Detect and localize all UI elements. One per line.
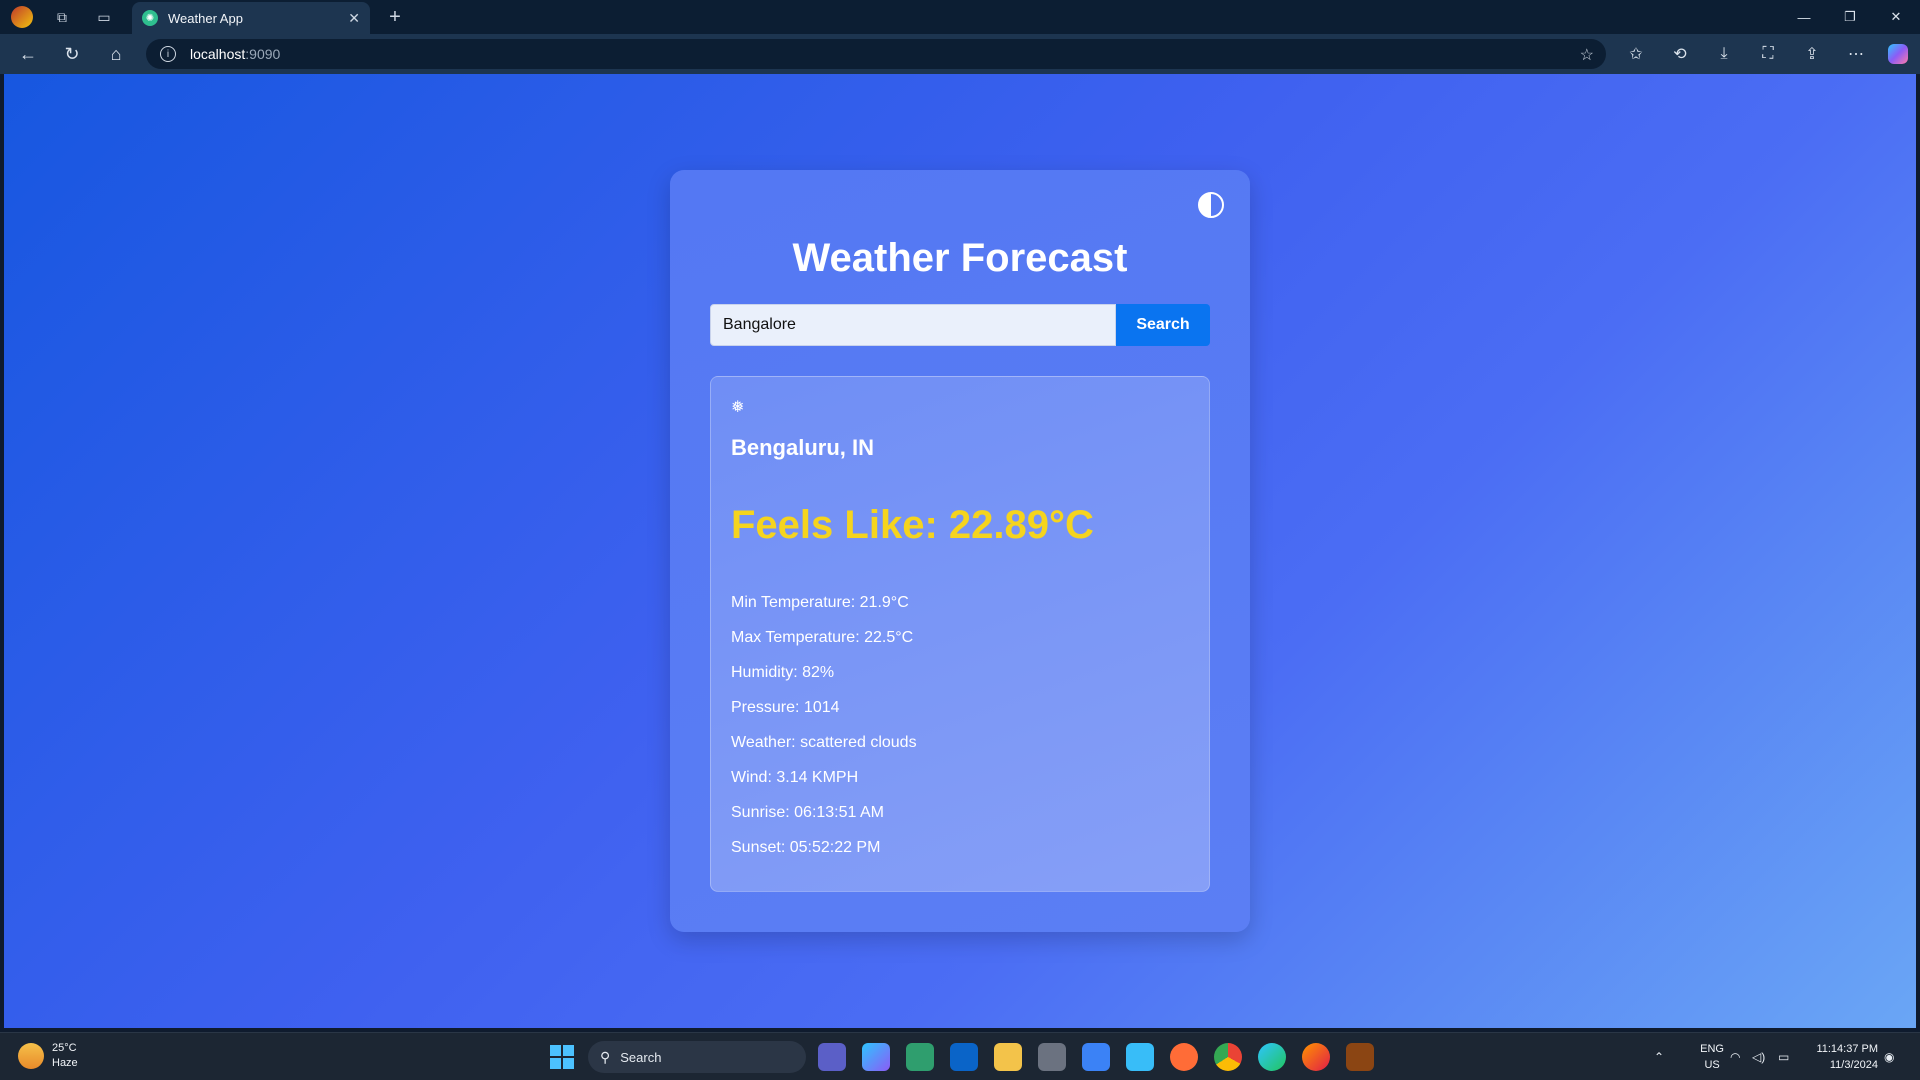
stat-humidity: Humidity: 82% xyxy=(731,664,835,681)
stat-max-temperature: Max Temperature: 22.5°C xyxy=(731,629,914,646)
home-button[interactable]: ⌂ xyxy=(94,34,138,74)
stat-wind: Wind: 3.14 KMPH xyxy=(731,769,859,786)
page-background: Weather Forecast Search ❅ Bengaluru, IN … xyxy=(4,74,1916,1028)
restore-button[interactable]: ❐ xyxy=(1828,0,1872,34)
system-clock[interactable]: 11:14:37 PM 11/3/2024 xyxy=(1816,1041,1878,1073)
wifi-icon[interactable]: ◠ xyxy=(1730,1033,1740,1080)
address-bar[interactable]: i localhost :9090 ☆ xyxy=(146,39,1606,69)
firefox-icon[interactable] xyxy=(1302,1043,1330,1071)
page-title: Weather Forecast xyxy=(792,236,1128,280)
favorites-icon[interactable]: ✩ xyxy=(1614,34,1658,74)
teams-icon[interactable] xyxy=(818,1043,846,1071)
haze-weather-icon xyxy=(18,1043,44,1069)
edge-icon[interactable] xyxy=(1258,1043,1286,1071)
taskbar-search-label: Search xyxy=(620,1049,662,1065)
search-icon: ⚲ xyxy=(600,1048,611,1065)
chrome-icon[interactable] xyxy=(1214,1043,1242,1071)
more-menu-icon[interactable]: ⋯ xyxy=(1834,34,1878,74)
copilot-icon[interactable] xyxy=(1876,34,1920,74)
file-explorer-icon[interactable] xyxy=(994,1043,1022,1071)
url-port: :9090 xyxy=(245,46,281,62)
search-button[interactable]: Search xyxy=(1116,304,1210,346)
widget-temperature: 25°C xyxy=(52,1042,77,1054)
screenshot-icon[interactable]: ⛶ xyxy=(1746,34,1790,74)
feels-like-temperature: Feels Like: 22.89°C xyxy=(731,503,1094,547)
new-tab-button[interactable]: + xyxy=(380,2,410,32)
downloads-icon[interactable]: ⤓ xyxy=(1702,34,1746,74)
widgets-app-icon[interactable] xyxy=(906,1043,934,1071)
stat-weather: Weather: scattered clouds xyxy=(731,734,917,751)
clock-time: 11:14:37 PM xyxy=(1816,1043,1878,1055)
outlook-icon[interactable] xyxy=(950,1043,978,1071)
tab-weather-app[interactable]: ✺ Weather App ✕ xyxy=(132,2,370,34)
tray-overflow-icon[interactable]: ⌃ xyxy=(1654,1033,1664,1080)
language-indicator[interactable]: ENG US xyxy=(1700,1041,1724,1073)
taskbar: 25°C Haze ⚲ Search ⌃ ENG US ◠ ◁) ▭ 11:14… xyxy=(0,1032,1920,1080)
tab-favicon-icon: ✺ xyxy=(142,10,158,26)
unity-icon[interactable] xyxy=(1038,1043,1066,1071)
tab-title: Weather App xyxy=(168,10,243,26)
stat-sunset: Sunset: 05:52:22 PM xyxy=(731,839,881,856)
share-icon[interactable]: ⇪ xyxy=(1790,34,1834,74)
refresh-button[interactable]: ↻ xyxy=(50,34,94,74)
minimize-button[interactable]: — xyxy=(1782,0,1826,34)
widget-condition: Haze xyxy=(52,1057,78,1069)
weather-card: Weather Forecast Search ❅ Bengaluru, IN … xyxy=(670,170,1250,932)
history-icon[interactable]: ⟲ xyxy=(1658,34,1702,74)
weather-result-panel: ❅ Bengaluru, IN Feels Like: 22.89°C Min … xyxy=(710,376,1210,892)
favorite-star-icon[interactable]: ☆ xyxy=(1580,45,1594,65)
stat-sunrise: Sunrise: 06:13:51 AM xyxy=(731,804,884,821)
notifications-icon[interactable]: ◉ xyxy=(1884,1033,1894,1080)
weather-snowflake-icon: ❅ xyxy=(731,399,745,416)
workspaces-icon[interactable]: ⧉ xyxy=(40,0,84,34)
city-search-input[interactable] xyxy=(710,304,1116,346)
region-code: US xyxy=(1704,1059,1720,1071)
tab-close-icon[interactable]: ✕ xyxy=(348,10,360,27)
search-form: Search xyxy=(710,304,1210,346)
stat-pressure: Pressure: 1014 xyxy=(731,699,840,716)
browser-tab-bar: ⧉ ▭ ✺ Weather App ✕ + — ❐ ✕ xyxy=(0,0,1920,34)
back-button[interactable]: ← xyxy=(6,34,50,74)
profile-avatar-icon[interactable] xyxy=(0,0,44,34)
stat-min-temperature: Min Temperature: 21.9°C xyxy=(731,594,909,611)
postman-icon[interactable] xyxy=(1170,1043,1198,1071)
close-window-button[interactable]: ✕ xyxy=(1874,0,1918,34)
city-name: Bengaluru, IN xyxy=(731,435,875,460)
battery-icon[interactable]: ▭ xyxy=(1778,1033,1789,1080)
volume-icon[interactable]: ◁) xyxy=(1752,1033,1765,1080)
theme-toggle-icon[interactable] xyxy=(1198,192,1224,218)
weather-stats-list: Min Temperature: 21.9°C Max Temperature:… xyxy=(731,593,917,873)
clock-date: 11/3/2024 xyxy=(1829,1059,1878,1071)
taskbar-search[interactable]: ⚲ Search xyxy=(588,1041,806,1073)
start-button[interactable] xyxy=(550,1045,574,1069)
language-code: ENG xyxy=(1700,1043,1724,1055)
url-host: localhost xyxy=(190,46,246,62)
tab-actions-icon[interactable]: ▭ xyxy=(82,0,126,34)
game-app-icon[interactable] xyxy=(1346,1043,1374,1071)
notepad-icon[interactable] xyxy=(1126,1043,1154,1071)
weather-widget[interactable]: 25°C Haze xyxy=(18,1041,78,1071)
store-icon[interactable] xyxy=(1082,1043,1110,1071)
site-info-icon[interactable]: i xyxy=(160,46,176,62)
copilot-app-icon[interactable] xyxy=(862,1043,890,1071)
